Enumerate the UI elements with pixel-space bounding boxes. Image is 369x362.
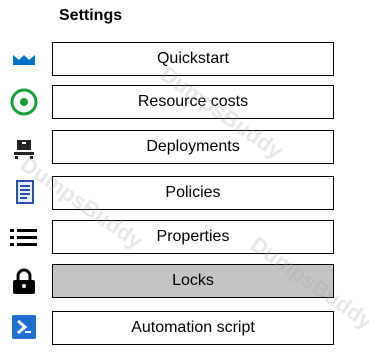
lock-icon (13, 268, 35, 294)
quickstart-cloud-icon (13, 55, 35, 65)
settings-panel: Settings Quickstart Resource costs Deplo… (0, 0, 369, 362)
menu-row-locks: Locks (0, 264, 369, 304)
automation-script-button[interactable]: Automation script (52, 311, 334, 345)
policy-document-icon (16, 180, 34, 204)
menu-row-quickstart: Quickstart (0, 42, 369, 82)
resource-costs-button[interactable]: Resource costs (52, 85, 334, 119)
menu-row-deployments: Deployments (0, 130, 369, 170)
quickstart-button[interactable]: Quickstart (52, 42, 334, 76)
policies-button[interactable]: Policies (52, 176, 334, 210)
script-powershell-icon (12, 315, 36, 339)
locks-button[interactable]: Locks (52, 264, 334, 298)
menu-row-automation-script: Automation script (0, 311, 369, 351)
menu-row-resource-costs: Resource costs (0, 85, 369, 125)
list-icon (10, 229, 37, 246)
deployments-icon (14, 140, 34, 159)
menu-row-policies: Policies (0, 176, 369, 216)
page-title: Settings (59, 7, 123, 24)
cost-circle-icon (10, 88, 38, 116)
deployments-button[interactable]: Deployments (52, 130, 334, 164)
menu-row-properties: Properties (0, 220, 369, 260)
properties-button[interactable]: Properties (52, 220, 334, 254)
